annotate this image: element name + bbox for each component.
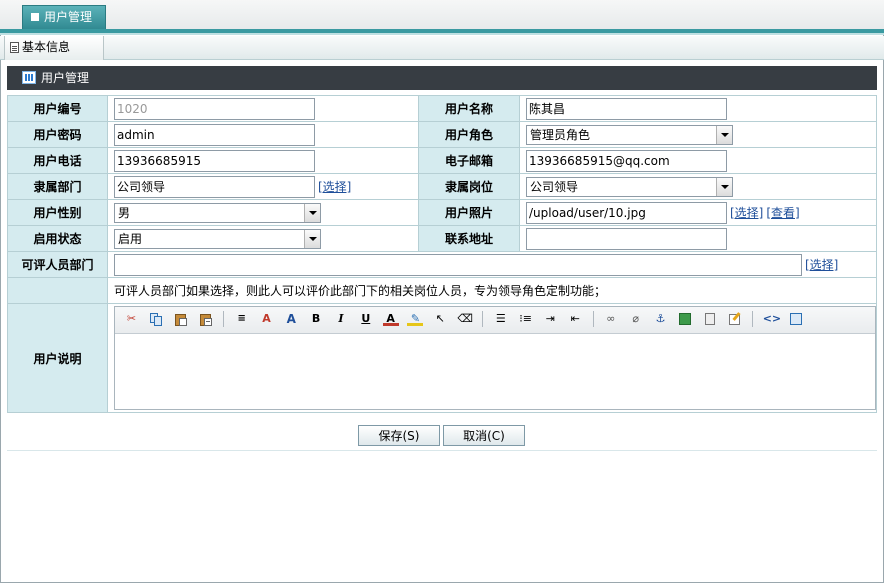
dept-select-link[interactable]: [选择] xyxy=(318,180,351,194)
anchor-icon[interactable]: ⚓ xyxy=(653,311,669,327)
eval-dept-input[interactable] xyxy=(114,253,802,276)
dept-input[interactable]: 公司领导 xyxy=(114,175,315,198)
chevron-down-icon[interactable] xyxy=(716,177,732,196)
eval-dept-select-link[interactable]: [选择] xyxy=(805,258,838,272)
photo-select-link[interactable]: [选择] xyxy=(730,206,763,220)
toolbar-separator xyxy=(752,311,754,327)
eraser-icon[interactable]: ⌫ xyxy=(457,311,473,327)
editor-content-area[interactable] xyxy=(115,334,875,409)
user-name-input[interactable]: 陈其昌 xyxy=(526,97,727,120)
source-code-icon[interactable]: <> xyxy=(763,311,781,327)
user-name-label: 用户名称 xyxy=(418,95,520,122)
bold-icon[interactable]: B xyxy=(308,311,324,327)
save-button[interactable]: 保存(S) xyxy=(358,425,440,446)
user-form: 用户编号 1020 用户名称 陈其昌 用户密码 admin 用户角色 管理员角色… xyxy=(7,95,877,413)
role-label: 用户角色 xyxy=(418,121,520,148)
hint-blank-cell xyxy=(7,277,108,304)
user-id-label: 用户编号 xyxy=(7,95,108,122)
flash-icon[interactable] xyxy=(702,311,718,327)
role-select-value: 管理员角色 xyxy=(530,127,591,142)
status-label: 启用状态 xyxy=(7,225,108,252)
unlink-icon[interactable]: ⌀ xyxy=(628,311,644,327)
paste-text-icon[interactable] xyxy=(198,311,214,327)
square-icon xyxy=(31,13,39,21)
photo-view-link[interactable]: [查看] xyxy=(766,206,799,220)
post-select-value: 公司领导 xyxy=(530,179,579,194)
top-tab-underline-light xyxy=(0,33,884,35)
gender-label: 用户性别 xyxy=(7,199,108,226)
copy-icon[interactable] xyxy=(148,311,164,327)
edit-icon[interactable] xyxy=(727,311,743,327)
format-icon[interactable]: ≡ xyxy=(234,311,250,327)
image-icon[interactable] xyxy=(677,311,693,327)
phone-label: 用户电话 xyxy=(7,147,108,174)
photo-input[interactable]: /upload/user/10.jpg xyxy=(526,201,727,224)
status-select[interactable]: 启用 xyxy=(114,228,321,249)
font-color-icon[interactable]: A xyxy=(382,312,399,326)
post-label: 隶属岗位 xyxy=(418,173,520,200)
grid-icon xyxy=(22,71,36,84)
password-input[interactable]: admin xyxy=(114,123,315,146)
link-icon[interactable]: ∞ xyxy=(603,311,619,327)
rich-text-editor: ✂ ≡ A A B I U A ✎ ↖ ⌫ ☰ ⁝≡ ⇥ ⇤ ∞ ⌀ ⚓ <> xyxy=(114,306,876,410)
select-icon[interactable]: ↖ xyxy=(432,311,448,327)
align-left-icon[interactable]: ☰ xyxy=(493,311,509,327)
tab-user-management-label: 用户管理 xyxy=(44,10,93,24)
gender-select[interactable]: 男 xyxy=(114,202,321,223)
button-row: 保存(S) 取消(C) xyxy=(0,425,884,447)
address-label: 联系地址 xyxy=(418,225,520,252)
cut-icon[interactable]: ✂ xyxy=(124,311,140,327)
preview-icon[interactable] xyxy=(788,311,804,327)
photo-label: 用户照片 xyxy=(418,199,520,226)
cancel-button[interactable]: 取消(C) xyxy=(443,425,525,446)
toolbar-separator xyxy=(482,311,484,327)
user-id-input[interactable]: 1020 xyxy=(114,97,315,120)
tab-basic-info-label: 基本信息 xyxy=(22,40,71,54)
dept-label: 隶属部门 xyxy=(7,173,108,200)
status-select-value: 启用 xyxy=(118,231,143,246)
italic-icon[interactable]: I xyxy=(333,311,349,327)
bullet-list-icon[interactable]: ⁝≡ xyxy=(518,311,534,327)
spellcheck-icon[interactable]: A xyxy=(258,311,274,327)
gender-select-value: 男 xyxy=(118,205,131,220)
paste-icon[interactable] xyxy=(173,311,189,327)
eval-dept-label: 可评人员部门 xyxy=(7,251,108,278)
chevron-down-icon[interactable] xyxy=(304,203,320,222)
tab-user-management[interactable]: 用户管理 xyxy=(22,5,106,30)
post-select[interactable]: 公司领导 xyxy=(526,176,733,197)
phone-input[interactable]: 13936685915 xyxy=(114,149,315,172)
email-input[interactable]: 13936685915@qq.com xyxy=(526,149,727,172)
underline-icon[interactable]: U xyxy=(358,311,374,327)
desc-label: 用户说明 xyxy=(7,303,108,413)
divider xyxy=(7,450,877,451)
role-select[interactable]: 管理员角色 xyxy=(526,124,733,145)
email-label: 电子邮箱 xyxy=(418,147,520,174)
toolbar-separator xyxy=(223,311,225,327)
tab-basic-info[interactable]: 基本信息 xyxy=(4,36,104,60)
chevron-down-icon[interactable] xyxy=(716,125,732,144)
indent-icon[interactable]: ⇥ xyxy=(542,311,558,327)
editor-toolbar: ✂ ≡ A A B I U A ✎ ↖ ⌫ ☰ ⁝≡ ⇥ ⇤ ∞ ⌀ ⚓ <> xyxy=(115,307,875,334)
highlight-icon[interactable]: ✎ xyxy=(407,312,424,326)
outdent-icon[interactable]: ⇤ xyxy=(567,311,583,327)
eval-dept-hint: 可评人员部门如果选择，则此人可以评价此部门下的相关岗位人员，专为领导角色定制功能… xyxy=(114,284,607,298)
password-label: 用户密码 xyxy=(7,121,108,148)
chevron-down-icon[interactable] xyxy=(304,229,320,248)
address-input[interactable] xyxy=(526,227,727,250)
toolbar-separator xyxy=(592,311,594,327)
sub-tab-strip: 基本信息 xyxy=(0,36,884,60)
panel-title: 用户管理 xyxy=(41,71,90,85)
document-icon xyxy=(10,42,19,53)
font-size-icon[interactable]: A xyxy=(283,311,299,327)
panel-header: 用户管理 xyxy=(7,66,877,90)
